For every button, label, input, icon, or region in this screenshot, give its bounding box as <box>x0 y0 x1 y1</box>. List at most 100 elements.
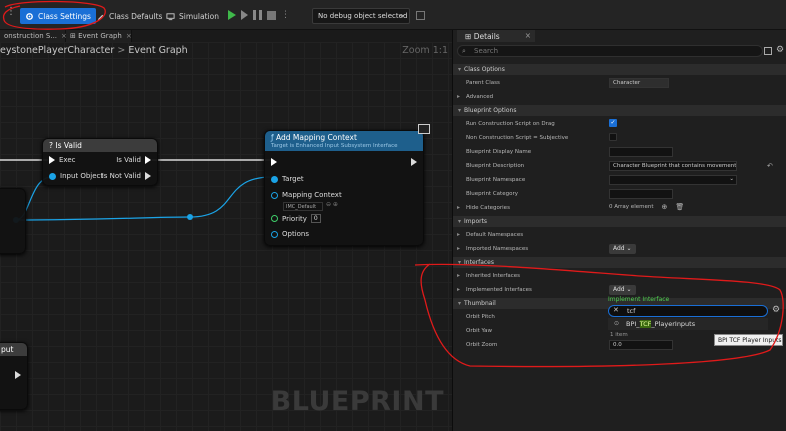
tab-event-graph[interactable]: ⊞ Event Graph × <box>66 30 132 42</box>
exec-pin-icon <box>15 371 21 379</box>
details-search-input[interactable]: ⌕ Search <box>457 45 763 57</box>
parent-class-select[interactable]: Character <box>609 78 669 88</box>
chevron-right-icon[interactable]: ▸ <box>457 286 460 293</box>
chevron-right-icon[interactable]: ▸ <box>457 204 460 211</box>
target-pin[interactable]: Target <box>271 175 304 183</box>
monitor-icon <box>166 12 175 20</box>
interface-search-input[interactable]: ✕ tcf <box>608 305 768 317</box>
row-non-construction-script: Non Construction Script = Subjective <box>453 131 786 145</box>
row-label: Orbit Zoom <box>466 342 498 348</box>
exec-output-pin[interactable] <box>411 158 417 166</box>
object-wire <box>189 176 273 218</box>
tab-label: onstruction S... <box>4 32 58 40</box>
item-suffix: _PlayerInputs <box>651 320 696 328</box>
interface-result-item[interactable]: ⊙ BPI_TCF_PlayerInputs <box>608 318 768 330</box>
pause-icon[interactable] <box>253 10 262 20</box>
node-title: ƒ Add Mapping Context <box>271 133 417 142</box>
class-defaults-button[interactable]: Class Defaults <box>91 8 167 24</box>
chevron-down-icon: ▾ <box>458 107 462 114</box>
chevron-down-icon: ▾ <box>458 259 462 266</box>
close-icon[interactable]: × <box>126 32 132 40</box>
struct-pin-icon <box>271 230 278 238</box>
pin-label: Priority <box>282 214 307 223</box>
play-icon[interactable] <box>228 10 236 20</box>
is-valid-node[interactable]: ? Is Valid Exec Is Valid Input Object Is… <box>42 138 158 186</box>
row-advanced[interactable]: ▸ Advanced <box>453 90 786 104</box>
is-valid-output-pin[interactable]: Is Valid <box>116 156 151 164</box>
row-label: Run Construction Script on Drag <box>466 121 555 127</box>
close-icon[interactable]: × <box>525 31 531 40</box>
asset-actions-icons[interactable]: ⊖ ⊕ <box>326 201 338 208</box>
simulation-button[interactable]: Simulation <box>161 8 224 24</box>
row-imported-namespaces: ▸ Imported Namespaces Add ⌄ <box>453 242 786 256</box>
chevron-down-icon: ⌄ <box>729 176 734 182</box>
orbit-zoom-field[interactable]: 0.0 <box>609 340 673 350</box>
priority-input[interactable]: 0 <box>310 214 321 223</box>
partial-node[interactable] <box>0 188 26 254</box>
details-tab-icon: ⊞ <box>465 32 472 41</box>
exec-input-pin[interactable] <box>271 158 277 166</box>
category-interfaces[interactable]: ▾ Interfaces <box>453 257 786 268</box>
tab-construction-script[interactable]: onstruction S... × <box>0 30 67 42</box>
row-label: Implemented Interfaces <box>466 287 532 293</box>
simulation-label: Simulation <box>179 11 219 21</box>
row-blueprint-namespace: Blueprint Namespace ⌄ <box>453 173 786 187</box>
class-defaults-label: Class Defaults <box>109 11 163 21</box>
exec-pin-icon <box>411 158 417 166</box>
pin-label: Target <box>282 175 304 183</box>
category-class-options[interactable]: ▾ Class Options <box>453 64 786 75</box>
trash-icon[interactable]: 🗑 <box>675 203 684 211</box>
row-default-namespaces[interactable]: ▸ Default Namespaces <box>453 228 786 242</box>
integer-pin-icon <box>271 215 278 222</box>
run-construction-checkbox[interactable]: ✓ <box>609 119 617 127</box>
exec-pin-icon <box>145 172 151 180</box>
gear-icon[interactable]: ⚙ <box>772 305 780 315</box>
row-blueprint-description: Blueprint Description Character Blueprin… <box>453 159 786 173</box>
node-title-text: Add Mapping Context <box>276 133 357 142</box>
category-blueprint-options[interactable]: ▾ Blueprint Options <box>453 105 786 116</box>
clear-icon[interactable]: ✕ <box>613 306 619 314</box>
gear-icon[interactable]: ⚙ <box>776 45 784 55</box>
add-interface-button[interactable]: Add ⌄ <box>609 285 636 295</box>
pencil-icon <box>97 14 104 20</box>
step-icon[interactable] <box>241 10 248 20</box>
category-imports[interactable]: ▾ Imports <box>453 216 786 227</box>
non-construction-checkbox[interactable] <box>609 133 617 141</box>
category-label: Interfaces <box>464 259 495 266</box>
add-imported-namespace-button[interactable]: Add ⌄ <box>609 244 636 254</box>
toolbar-overflow-icon[interactable]: ⋮ <box>6 7 16 17</box>
event-graph-canvas[interactable]: eystonePlayerCharacter > Event Graph Zoo… <box>0 42 452 431</box>
mapping-context-pin[interactable]: Mapping Context <box>271 191 342 199</box>
reset-arrow-icon[interactable]: ↶ <box>767 162 773 170</box>
node-subtitle: Target is Enhanced Input Subsystem Inter… <box>271 143 398 149</box>
is-not-valid-output-pin[interactable]: Is Not Valid <box>102 172 151 180</box>
display-name-field[interactable] <box>609 147 673 157</box>
browse-icon[interactable] <box>416 11 425 20</box>
tab-details[interactable]: ⊞ Details × <box>457 30 535 42</box>
add-circle-icon[interactable]: ⊕ <box>662 203 668 211</box>
details-panel: ⊞ Details × ⌕ Search ⚙ ▾ Class Options Pa… <box>452 30 786 431</box>
row-inherited-interfaces[interactable]: ▸ Inherited Interfaces <box>453 269 786 283</box>
partial-output-node[interactable]: put <box>0 342 28 410</box>
exec-input-pin[interactable]: Exec <box>49 156 76 164</box>
node-header: ƒ Add Mapping Context Target is Enhanced… <box>265 131 423 151</box>
options-pin[interactable]: Options <box>271 230 309 238</box>
view-options-icon[interactable] <box>764 47 772 55</box>
namespace-field[interactable]: ⌄ <box>609 175 737 185</box>
priority-pin[interactable]: Priority 0 <box>271 214 321 223</box>
description-field[interactable]: Character Blueprint that contains moveme… <box>609 161 737 171</box>
mapping-context-select[interactable]: IMC_Default <box>283 202 323 211</box>
row-blueprint-display-name: Blueprint Display Name <box>453 145 786 159</box>
debug-object-select[interactable]: No debug object selected ⌄ <box>312 8 410 24</box>
input-object-pin[interactable]: Input Object <box>49 172 103 180</box>
play-options-icon[interactable]: ⋮ <box>281 10 290 20</box>
pin-label: Options <box>282 230 310 238</box>
category-field[interactable] <box>609 189 673 199</box>
stop-icon[interactable] <box>267 10 276 20</box>
chevron-right-icon[interactable]: ▸ <box>457 245 460 252</box>
blueprint-watermark: BLUEPRINT <box>270 386 444 417</box>
add-mapping-context-node[interactable]: ƒ Add Mapping Context Target is Enhanced… <box>264 130 424 246</box>
row-implemented-interfaces: ▸ Implemented Interfaces Add ⌄ <box>453 283 786 297</box>
class-settings-button[interactable]: Class Settings <box>20 8 96 24</box>
exec-output-pin[interactable] <box>15 371 21 379</box>
